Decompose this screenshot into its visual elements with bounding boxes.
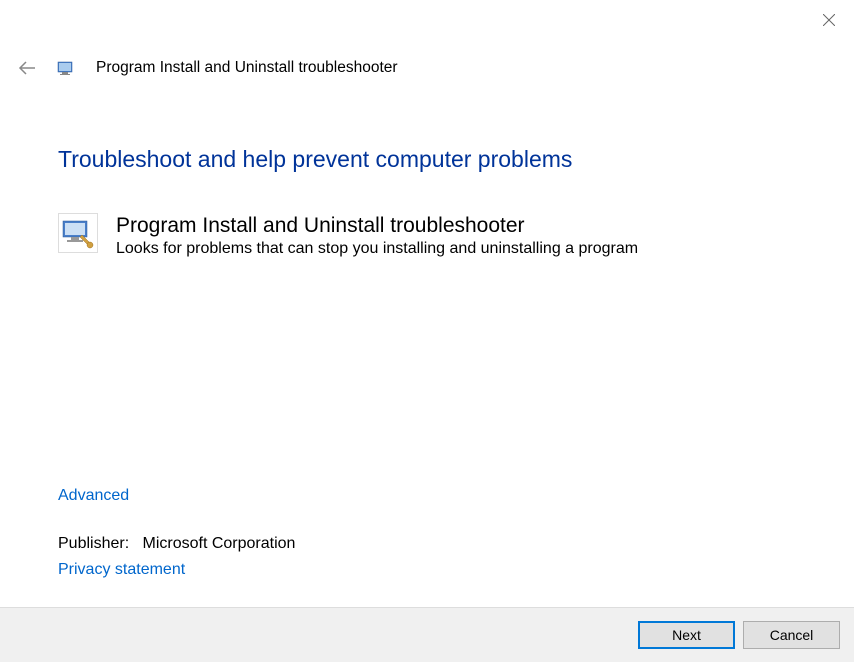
footer: Next Cancel bbox=[0, 607, 854, 662]
troubleshooter-item-description: Looks for problems that can stop you ins… bbox=[116, 240, 638, 258]
troubleshooter-item-title: Program Install and Uninstall troublesho… bbox=[116, 213, 638, 238]
page-heading: Troubleshoot and help prevent computer p… bbox=[58, 146, 796, 173]
privacy-statement-link[interactable]: Privacy statement bbox=[58, 561, 796, 579]
publisher-label: Publisher: bbox=[58, 535, 129, 552]
titlebar bbox=[0, 0, 854, 40]
troubleshooter-item-text: Program Install and Uninstall troublesho… bbox=[116, 213, 638, 258]
troubleshooter-item: Program Install and Uninstall troublesho… bbox=[58, 213, 796, 258]
next-button[interactable]: Next bbox=[638, 621, 735, 649]
header-row: Program Install and Uninstall troublesho… bbox=[0, 40, 854, 78]
troubleshooter-header-icon bbox=[56, 58, 76, 78]
content-area: Troubleshoot and help prevent computer p… bbox=[0, 78, 854, 607]
advanced-link[interactable]: Advanced bbox=[58, 487, 796, 505]
publisher-value: Microsoft Corporation bbox=[143, 535, 296, 552]
back-arrow-icon[interactable] bbox=[18, 59, 36, 77]
close-icon[interactable] bbox=[822, 13, 836, 27]
cancel-button[interactable]: Cancel bbox=[743, 621, 840, 649]
header-title: Program Install and Uninstall troublesho… bbox=[96, 59, 398, 77]
troubleshooter-item-icon bbox=[58, 213, 98, 253]
troubleshooter-window: Program Install and Uninstall troublesho… bbox=[0, 0, 854, 662]
publisher-row: Publisher: Microsoft Corporation bbox=[58, 535, 796, 553]
